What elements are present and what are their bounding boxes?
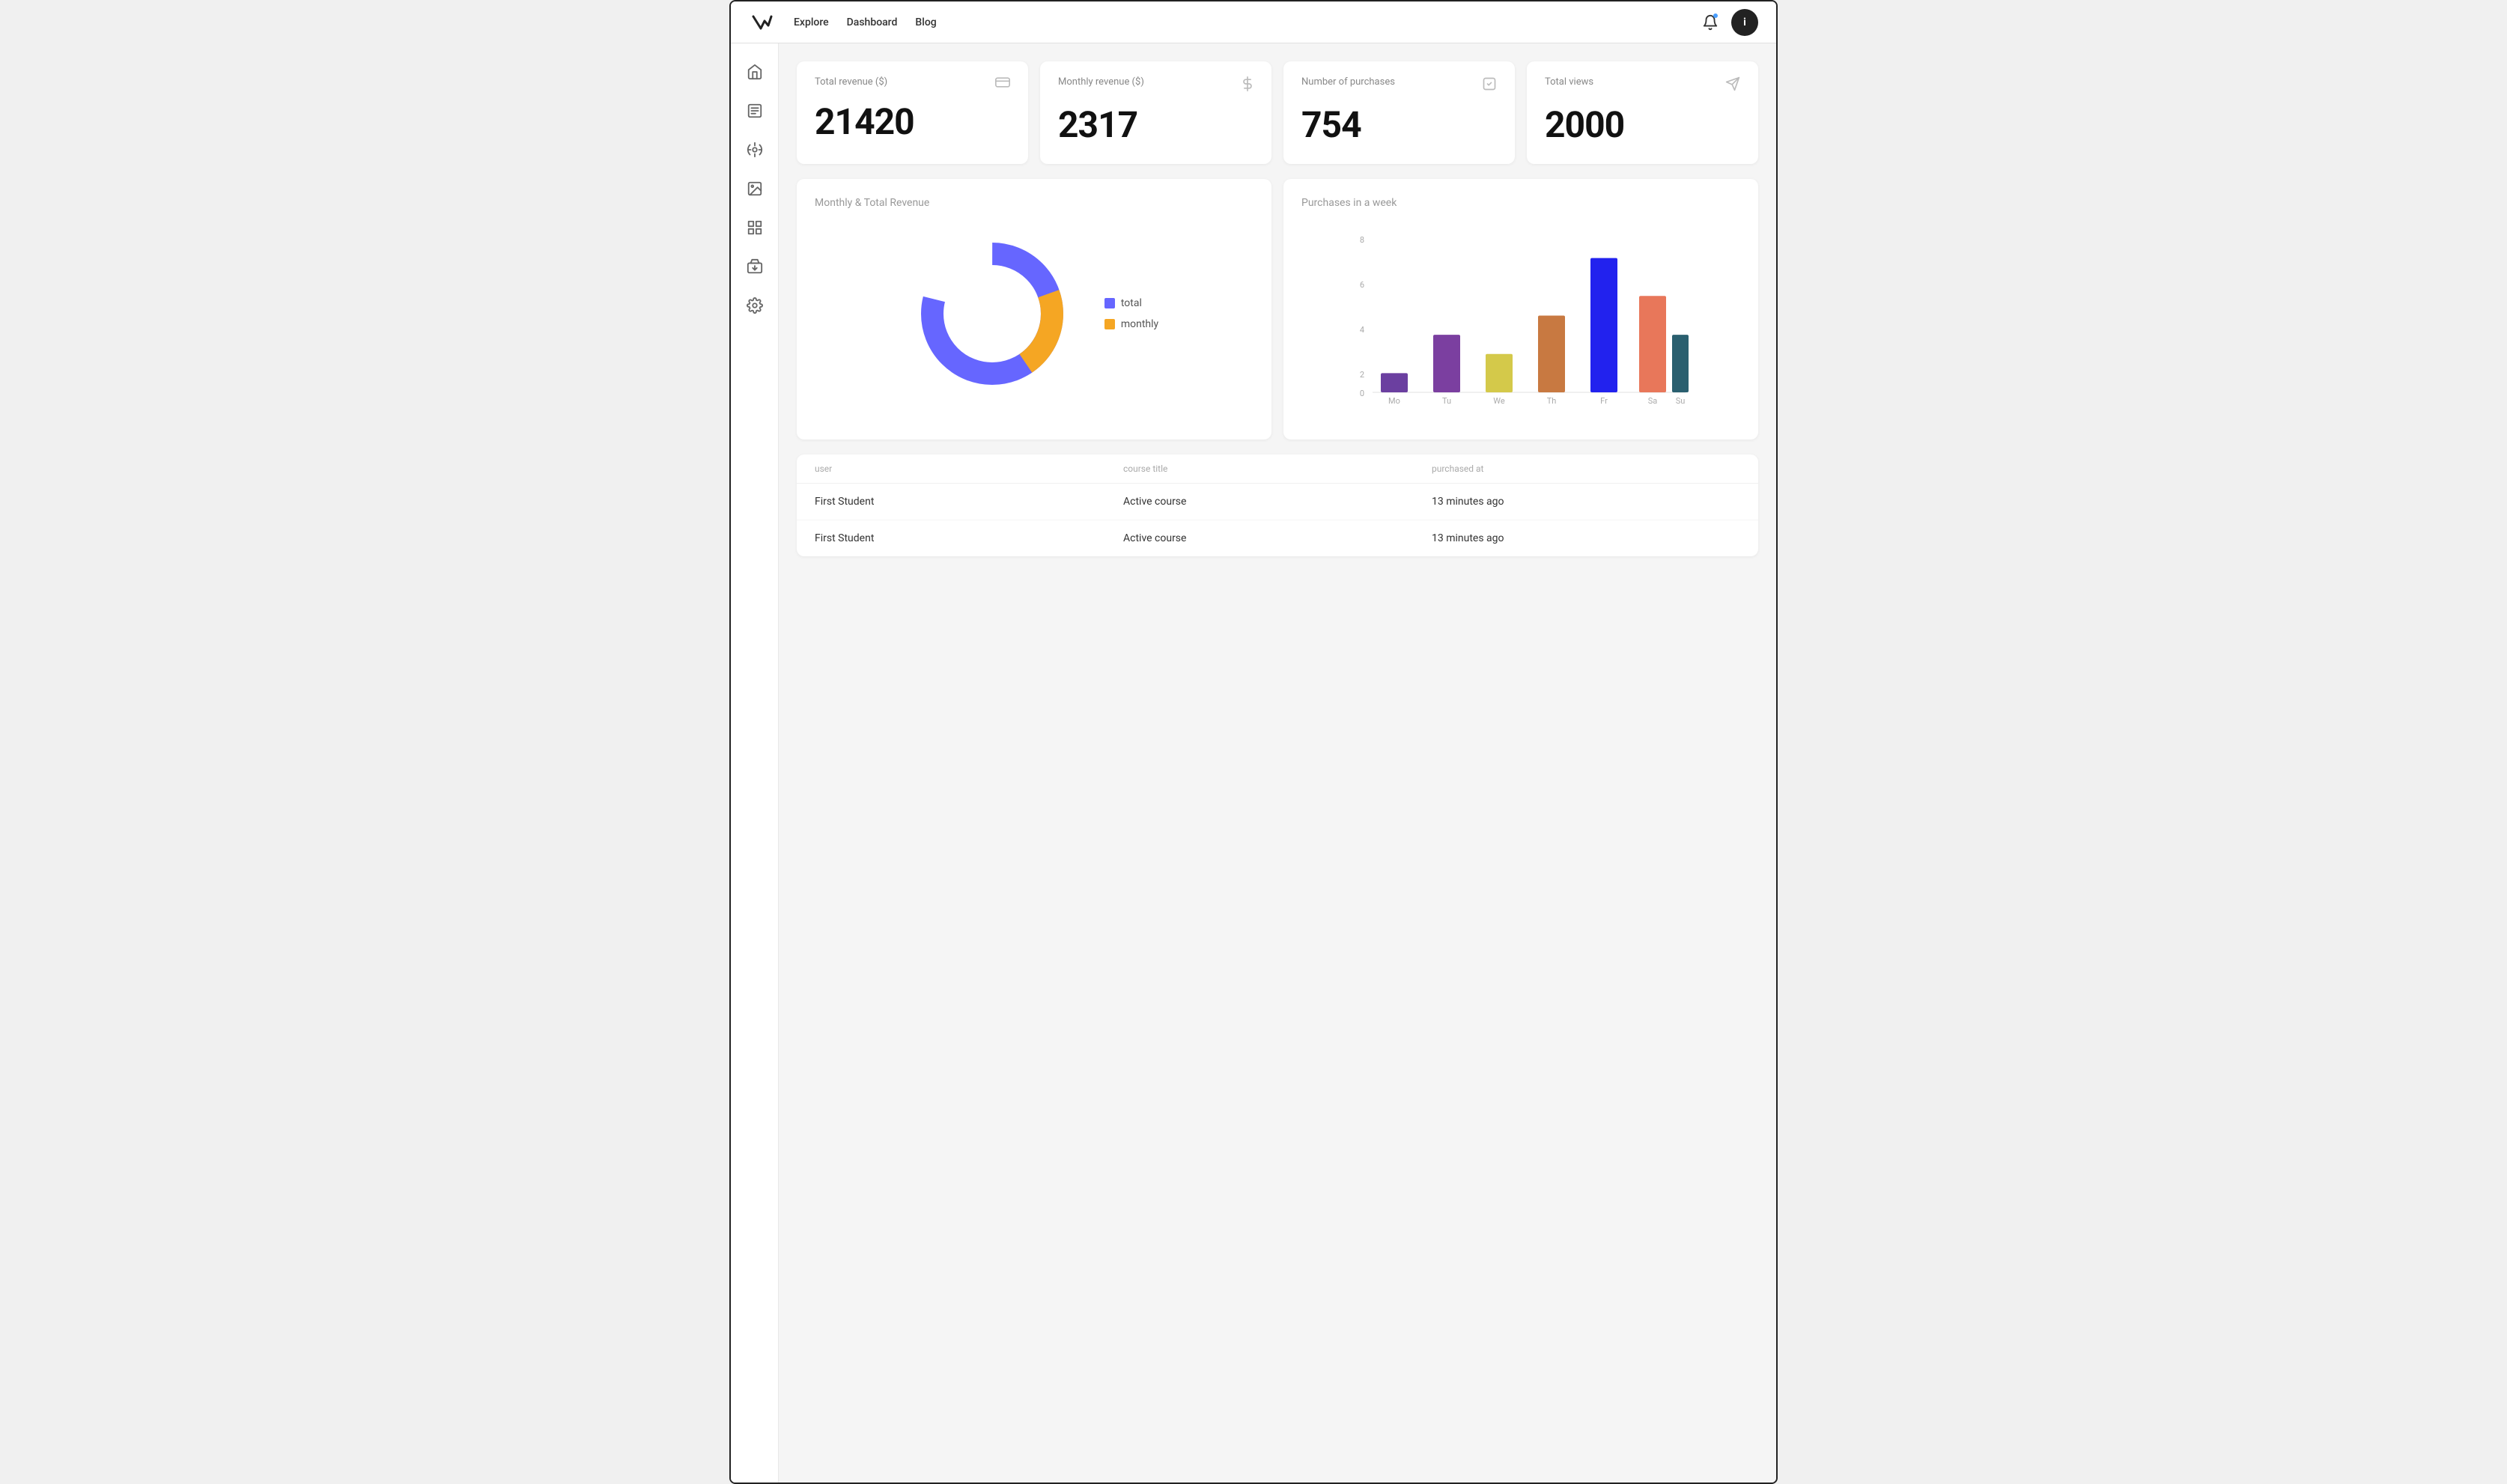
donut-chart-card: Monthly & Total Revenue [797, 179, 1271, 440]
svg-text:0: 0 [1360, 389, 1364, 398]
svg-text:Sa: Sa [1648, 396, 1658, 406]
table-header: user course title purchased at [797, 454, 1758, 484]
legend-item-total: total [1104, 297, 1158, 309]
legend-dot-monthly [1104, 319, 1115, 329]
bar-chart-title: Purchases in a week [1301, 197, 1740, 209]
stat-card-header-total-revenue: Total revenue ($) [815, 76, 1010, 91]
table-header-course: course title [1123, 463, 1432, 474]
svg-text:Th: Th [1547, 396, 1557, 406]
stat-cards: Total revenue ($) 21420 Monthly revenue … [797, 61, 1758, 164]
table-cell-user-0: First Student [815, 496, 1123, 508]
stat-card-value-monthly-revenue: 2317 [1058, 103, 1254, 146]
svg-text:2: 2 [1360, 370, 1364, 380]
sidebar-item-layout[interactable] [738, 211, 771, 244]
card-icon [995, 76, 1010, 91]
legend-item-monthly: monthly [1104, 318, 1158, 330]
bar-chart-card: Purchases in a week 8 6 4 2 0 [1283, 179, 1758, 440]
stat-card-value-total-revenue: 21420 [815, 100, 1010, 143]
main-layout: Total revenue ($) 21420 Monthly revenue … [731, 43, 1776, 1483]
stat-card-header-monthly-revenue: Monthly revenue ($) [1058, 76, 1254, 94]
stat-card-title-purchases: Number of purchases [1301, 76, 1395, 88]
stat-card-header-purchases: Number of purchases [1301, 76, 1497, 94]
stat-card-total-views: Total views 2000 [1527, 61, 1758, 164]
stat-card-monthly-revenue: Monthly revenue ($) 2317 [1040, 61, 1271, 164]
sidebar-item-settings[interactable] [738, 289, 771, 322]
send-icon [1725, 76, 1740, 94]
tools-icon [747, 142, 763, 158]
sidebar-item-media[interactable] [738, 250, 771, 283]
check-icon [1482, 76, 1497, 94]
svg-text:4: 4 [1360, 325, 1364, 335]
legend-label-total: total [1121, 297, 1142, 309]
top-nav: Explore Dashboard Blog i [731, 1, 1776, 43]
table-row: First Student Active course 13 minutes a… [797, 520, 1758, 556]
document-icon [747, 103, 763, 119]
dollar-icon [1242, 76, 1254, 94]
main-content: Total revenue ($) 21420 Monthly revenue … [779, 43, 1776, 1483]
legend-label-monthly: monthly [1121, 318, 1158, 330]
stat-card-header-total-views: Total views [1545, 76, 1740, 94]
stat-card-total-revenue: Total revenue ($) 21420 [797, 61, 1028, 164]
svg-text:Su: Su [1676, 396, 1686, 406]
table-card: user course title purchased at First Stu… [797, 454, 1758, 556]
donut-legend: total monthly [1104, 297, 1158, 330]
bar-sa [1639, 296, 1666, 392]
table-row: First Student Active course 13 minutes a… [797, 484, 1758, 520]
nav-links: Explore Dashboard Blog [794, 16, 1698, 28]
charts-row: Monthly & Total Revenue [797, 179, 1758, 440]
sidebar-item-document[interactable] [738, 94, 771, 127]
layout-icon [747, 219, 763, 236]
notification-bell[interactable] [1698, 10, 1722, 34]
bar-mo [1381, 373, 1408, 392]
table-header-user: user [815, 463, 1123, 474]
media-icon [747, 258, 763, 275]
table-cell-course-1: Active course [1123, 532, 1432, 544]
nav-link-blog[interactable]: Blog [915, 16, 936, 28]
sidebar [731, 43, 779, 1483]
nav-link-explore[interactable]: Explore [794, 16, 829, 28]
logo[interactable] [749, 9, 776, 36]
donut-chart-svg [910, 231, 1075, 396]
donut-chart-title: Monthly & Total Revenue [815, 197, 1254, 209]
bar-chart-svg: 8 6 4 2 0 Mo [1301, 231, 1740, 411]
svg-text:We: We [1493, 396, 1505, 406]
svg-text:Fr: Fr [1600, 396, 1608, 406]
bar-th [1538, 316, 1565, 393]
table-header-purchased: purchased at [1432, 463, 1740, 474]
home-icon [747, 64, 763, 80]
svg-text:8: 8 [1360, 235, 1364, 245]
user-avatar[interactable]: i [1731, 9, 1758, 36]
svg-text:Mo: Mo [1388, 396, 1400, 406]
svg-text:6: 6 [1360, 280, 1364, 290]
table-cell-user-1: First Student [815, 532, 1123, 544]
bar-su [1672, 335, 1689, 392]
image-icon [747, 180, 763, 197]
stat-card-title-total-views: Total views [1545, 76, 1593, 88]
sidebar-item-home[interactable] [738, 55, 771, 88]
stat-card-purchases: Number of purchases 754 [1283, 61, 1515, 164]
bar-chart-container: 8 6 4 2 0 Mo [1301, 224, 1740, 422]
app-frame: Explore Dashboard Blog i [729, 0, 1778, 1484]
stat-card-value-purchases: 754 [1301, 103, 1497, 146]
table-cell-time-1: 13 minutes ago [1432, 532, 1740, 544]
table-cell-time-0: 13 minutes ago [1432, 496, 1740, 508]
stat-card-title-monthly-revenue: Monthly revenue ($) [1058, 76, 1144, 88]
nav-right: i [1698, 9, 1758, 36]
notification-dot [1713, 13, 1718, 18]
bar-tu [1433, 335, 1460, 392]
table-cell-course-0: Active course [1123, 496, 1432, 508]
sidebar-item-image[interactable] [738, 172, 771, 205]
svg-text:Tu: Tu [1442, 396, 1451, 406]
sidebar-item-tools[interactable] [738, 133, 771, 166]
settings-icon [747, 297, 763, 314]
donut-container: total monthly [815, 224, 1254, 411]
stat-card-title-total-revenue: Total revenue ($) [815, 76, 887, 88]
bar-fr [1590, 258, 1617, 392]
bar-we [1486, 354, 1513, 392]
legend-dot-total [1104, 298, 1115, 308]
nav-link-dashboard[interactable]: Dashboard [847, 16, 898, 28]
stat-card-value-total-views: 2000 [1545, 103, 1740, 146]
